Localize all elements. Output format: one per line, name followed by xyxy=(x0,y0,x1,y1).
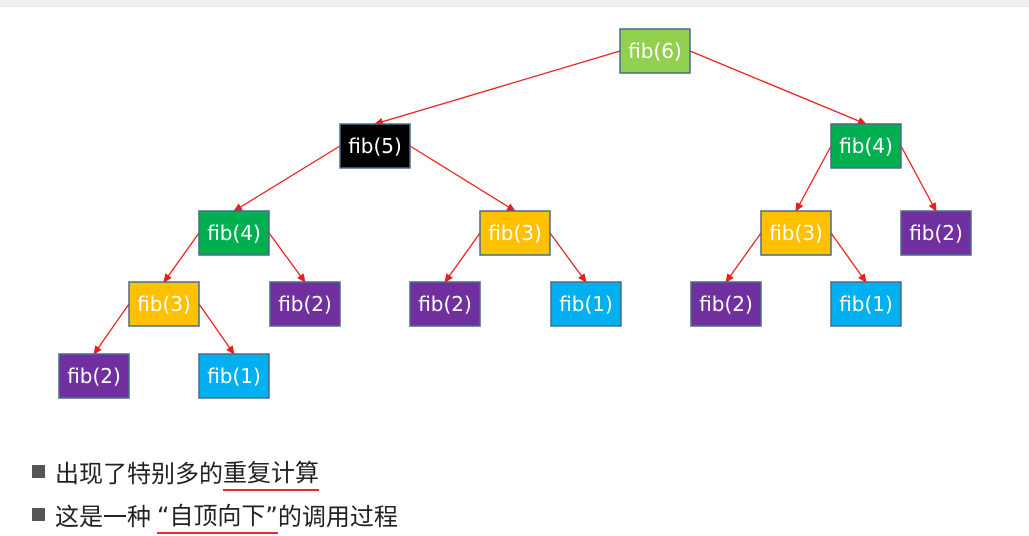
node-label: fib(2) xyxy=(278,292,332,316)
bullet-list: 出现了特别多的 重复计算 这是一种 “自顶向下” 的调用过程 xyxy=(32,450,398,536)
tree-node-n10: fib(2) xyxy=(409,281,481,327)
node-label: fib(4) xyxy=(207,221,261,245)
node-label: fib(3) xyxy=(488,221,542,245)
square-bullet-icon xyxy=(32,465,45,478)
tree-node-n12: fib(2) xyxy=(690,281,762,327)
edge-arrow-n1-n3 xyxy=(689,50,867,125)
bullet-text-underlined: 重复计算 xyxy=(223,453,319,491)
tree-node-n11: fib(1) xyxy=(550,281,622,327)
tree-node-n8: fib(3) xyxy=(128,281,200,327)
node-label: fib(3) xyxy=(137,292,191,316)
tree-node-n15: fib(1) xyxy=(198,353,270,399)
edge-arrow-n2-n5 xyxy=(409,145,516,212)
node-label: fib(1) xyxy=(559,292,613,316)
edge-arrow-n4-n9 xyxy=(268,232,306,283)
edge-arrow-n5-n10 xyxy=(444,232,481,283)
edge-arrow-n2-n4 xyxy=(233,145,341,212)
fibonacci-call-tree: fib(6) fib(5) fib(4) fib(4) fib(3) fib(3) fib(… xyxy=(58,28,972,399)
edge-arrow-n4-n8 xyxy=(163,232,200,283)
tree-node-n14: fib(2) xyxy=(58,353,130,399)
node-label: fib(2) xyxy=(699,292,753,316)
bullet-text-underlined: “自顶向下” xyxy=(157,496,278,534)
bullet-item-repeated-calc: 出现了特别多的 重复计算 xyxy=(32,450,398,493)
node-label: fib(5) xyxy=(348,134,402,158)
square-bullet-icon xyxy=(32,508,45,521)
edge-arrow-n3-n7 xyxy=(900,145,937,212)
node-label: fib(1) xyxy=(207,364,261,388)
tree-node-n1: fib(6) xyxy=(619,28,691,74)
edge-arrow-n1-n2 xyxy=(374,50,621,126)
edge-arrow-n8-n14 xyxy=(93,303,130,355)
tree-node-n5: fib(3) xyxy=(479,210,551,256)
tree-node-n3: fib(4) xyxy=(830,123,902,169)
edge-arrow-n6-n12 xyxy=(725,232,762,283)
tree-node-n6: fib(3) xyxy=(760,210,832,256)
bullet-text-prefix: 出现了特别多的 xyxy=(55,460,223,488)
node-label: fib(3) xyxy=(769,221,823,245)
bullet-item-top-down: 这是一种 “自顶向下” 的调用过程 xyxy=(32,493,398,536)
tree-node-n13: fib(1) xyxy=(830,281,902,327)
tree-node-n7: fib(2) xyxy=(900,210,972,256)
node-label: fib(4) xyxy=(839,134,893,158)
node-label: fib(2) xyxy=(67,364,121,388)
tree-node-n4: fib(4) xyxy=(198,210,270,256)
tree-node-n2: fib(5) xyxy=(339,123,411,169)
node-label: fib(6) xyxy=(628,39,682,63)
node-label: fib(2) xyxy=(909,221,963,245)
edge-arrow-n6-n13 xyxy=(830,232,867,283)
tree-node-n9: fib(2) xyxy=(269,281,341,327)
bullet-text-suffix: 的调用过程 xyxy=(277,503,398,531)
node-label: fib(2) xyxy=(418,292,472,316)
bullet-text-prefix: 这是一种 xyxy=(55,503,151,531)
edge-arrow-n5-n11 xyxy=(549,232,587,283)
node-label: fib(1) xyxy=(839,292,893,316)
edge-arrow-n8-n15 xyxy=(198,303,235,355)
edge-arrow-n3-n6 xyxy=(795,145,832,212)
